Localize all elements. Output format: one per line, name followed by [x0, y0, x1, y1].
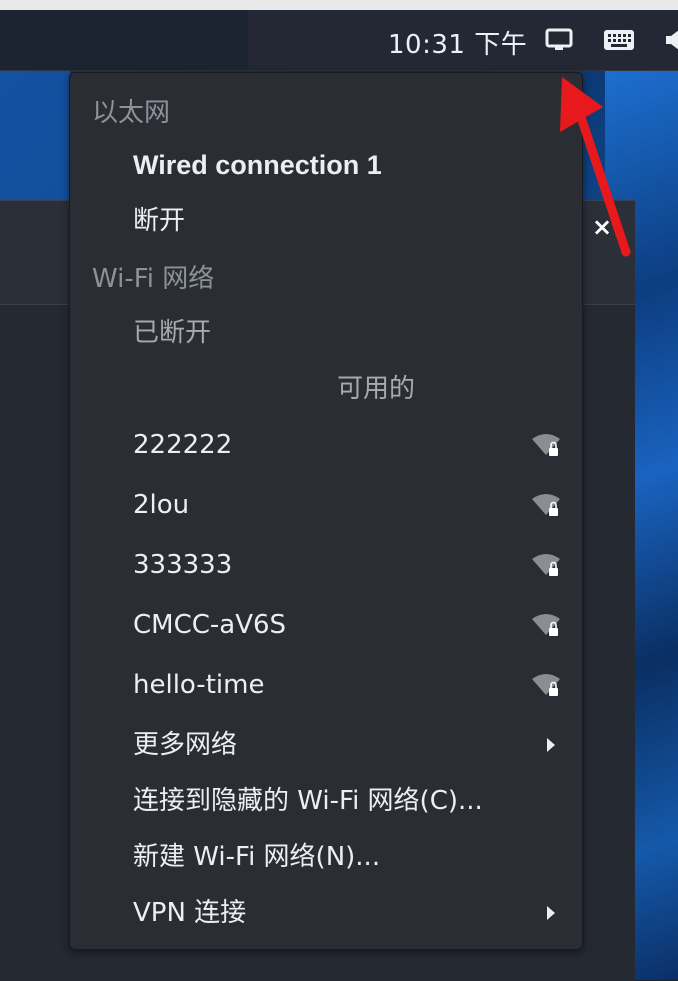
wifi-ssid: 333333 [133, 550, 233, 580]
wifi-ssid: hello-time [133, 670, 265, 700]
available-label: 可用的 [336, 374, 415, 404]
vpn-item[interactable]: VPN 连接 [70, 893, 582, 933]
disconnect-item[interactable]: 断开 [70, 201, 582, 241]
new-wifi-item[interactable]: 新建 Wi-Fi 网络(N)... [70, 837, 582, 877]
wifi-header: Wi-Fi 网络 [92, 264, 215, 294]
wifi-network-item[interactable]: 333333 [70, 545, 582, 585]
clock[interactable]: 10:31 下午 [388, 24, 527, 61]
wired-connection-item[interactable]: Wired connection 1 [70, 145, 582, 185]
keyboard-icon[interactable] [603, 28, 635, 52]
window-strip [0, 0, 678, 10]
wifi-locked-icon [532, 434, 560, 456]
chevron-right-icon [547, 738, 555, 752]
wifi-locked-icon [532, 494, 560, 516]
chevron-right-icon [547, 906, 555, 920]
wifi-ssid: 222222 [133, 430, 233, 460]
ethernet-header: 以太网 [92, 98, 171, 128]
wifi-network-item[interactable]: hello-time [70, 665, 582, 705]
network-menu: 以太网 Wired connection 1 断开 Wi-Fi 网络 已断开 可… [69, 72, 583, 950]
wifi-network-item[interactable]: CMCC-aV6S [70, 605, 582, 645]
network-icon[interactable] [545, 28, 573, 52]
wifi-ssid: 2lou [133, 490, 190, 520]
wifi-network-item[interactable]: 2lou [70, 485, 582, 525]
annotation-arrow-icon [560, 77, 631, 257]
connect-hidden-wifi-item[interactable]: 连接到隐藏的 Wi-Fi 网络(C)... [70, 781, 582, 821]
top-panel: 10:31 下午 [0, 10, 678, 71]
wifi-ssid: CMCC-aV6S [133, 610, 287, 640]
volume-icon[interactable] [662, 27, 678, 53]
wifi-network-item[interactable]: 222222 [70, 425, 582, 465]
more-networks-item[interactable]: 更多网络 [70, 725, 582, 765]
more-networks-label: 更多网络 [133, 730, 238, 760]
wifi-locked-icon [532, 614, 560, 636]
wifi-locked-icon [532, 674, 560, 696]
desktop-tile [0, 70, 70, 200]
wifi-locked-icon [532, 554, 560, 576]
vpn-label: VPN 连接 [133, 898, 247, 928]
wifi-status: 已断开 [133, 318, 212, 348]
top-panel-left [0, 10, 248, 70]
